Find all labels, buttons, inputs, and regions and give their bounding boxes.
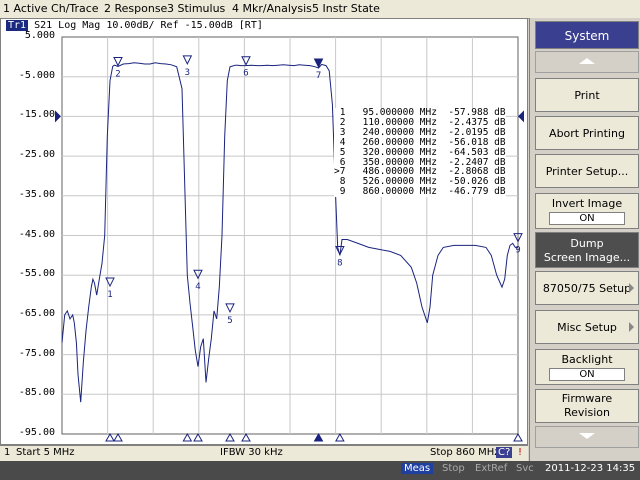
- invert-image-toggle[interactable]: Invert Image ON: [535, 193, 639, 229]
- marker-4: 4: [193, 269, 203, 292]
- channel-number: 1: [4, 447, 11, 458]
- print-button[interactable]: Print: [535, 78, 639, 112]
- marker-row-value: -46.779 dB: [448, 186, 506, 198]
- marker-3: 3: [182, 55, 193, 78]
- backlight-label: Backlight: [561, 353, 613, 366]
- status-warning: !: [518, 447, 523, 458]
- marker-label: 9: [515, 246, 520, 256]
- marker-label: 7: [316, 71, 321, 81]
- calibration-badge[interactable]: C?: [496, 447, 513, 458]
- firmware-label-line2: Revision: [564, 406, 610, 419]
- marker-6: 6: [241, 56, 251, 79]
- marker-label: 3: [185, 68, 190, 78]
- backlight-state: ON: [549, 368, 625, 381]
- scroll-down-button[interactable]: [535, 426, 639, 448]
- marker-triangle-icon: [313, 58, 324, 69]
- stop-indicator: Stop: [442, 463, 465, 474]
- dump-screen-image-button[interactable]: Dump Screen Image...: [535, 232, 639, 268]
- marker-label: 8: [337, 258, 342, 268]
- marker-label: 4: [195, 282, 200, 292]
- ifbw[interactable]: IFBW 30 kHz: [220, 447, 283, 458]
- marker-row-frequency: 860.00000 MHz: [356, 186, 449, 198]
- softkey-panel: System Print Abort Printing Printer Setu…: [529, 18, 640, 461]
- marker-label: 2: [115, 70, 120, 80]
- marker-stimulus-triangle: [113, 432, 123, 442]
- marker-triangle-icon: [241, 56, 251, 66]
- marker-stimulus-triangle: [513, 432, 523, 442]
- marker-triangle-icon: [225, 303, 235, 314]
- dump-label-line1: Dump: [570, 237, 604, 250]
- start-frequency[interactable]: Start 5 MHz: [16, 447, 75, 458]
- chevron-right-icon: [629, 322, 634, 332]
- model-setup-button[interactable]: 87050/75 Setup: [535, 271, 639, 305]
- marker-stimulus-triangle: [335, 432, 345, 442]
- s21-plot: 1 2 3 4 5 6 7 8 9: [55, 36, 524, 442]
- backlight-toggle[interactable]: Backlight ON: [535, 349, 639, 385]
- marker-triangle-icon: [113, 57, 123, 67]
- dump-label-line2: Screen Image...: [543, 251, 631, 264]
- model-setup-label: 87050/75 Setup: [542, 282, 632, 295]
- abort-printing-button[interactable]: Abort Printing: [535, 116, 639, 150]
- plot-grid: [62, 37, 518, 434]
- scroll-up-button[interactable]: [535, 51, 639, 73]
- misc-setup-button[interactable]: Misc Setup: [535, 310, 639, 344]
- ref-level-arrow-right: [518, 110, 524, 123]
- marker-7: 7: [313, 58, 324, 81]
- marker-stimulus-triangle: [193, 432, 203, 442]
- up-arrow-icon: [579, 58, 595, 64]
- down-arrow-icon: [579, 433, 595, 439]
- chevron-right-icon: [629, 283, 634, 293]
- stop-frequency[interactable]: Stop 860 MHz: [430, 447, 500, 458]
- marker-triangle-icon: [193, 269, 203, 280]
- printer-setup-button[interactable]: Printer Setup...: [535, 154, 639, 188]
- marker-triangle-icon: [182, 55, 193, 65]
- meas-indicator: Meas: [401, 463, 434, 474]
- marker-stimulus-triangle: [225, 432, 235, 442]
- marker-stimulus-row: [105, 432, 523, 442]
- marker-label: 5: [227, 316, 232, 326]
- channel-status-bar: 1 Start 5 MHz IFBW 30 kHz Stop 860 MHz C…: [0, 445, 528, 461]
- invert-image-state: ON: [549, 212, 625, 225]
- instrument-status-bar: Meas Stop ExtRef Svc 2011-12-23 14:35: [0, 461, 640, 480]
- firmware-label-line1: Firmware: [561, 392, 613, 405]
- marker-stimulus-triangle: [182, 432, 193, 442]
- misc-setup-label: Misc Setup: [557, 321, 617, 334]
- marker-stimulus-triangle: [313, 432, 324, 442]
- marker-label: 1: [107, 290, 112, 300]
- clock: 2011-12-23 14:35: [545, 463, 636, 474]
- firmware-revision-button[interactable]: Firmware Revision: [535, 389, 639, 423]
- marker-label: 6: [243, 69, 248, 79]
- marker-table: 1 95.000000 MHz -57.988 dB 2 110.00000 M…: [334, 108, 506, 198]
- marker-stimulus-triangle: [241, 432, 251, 442]
- extref-indicator: ExtRef: [475, 463, 508, 474]
- marker-table-row: 9 860.00000 MHz -46.779 dB: [334, 187, 506, 197]
- marker-row-id: 9: [334, 186, 357, 198]
- svc-indicator: Svc: [516, 463, 534, 474]
- ref-level-arrow-left: [55, 110, 61, 123]
- marker-stimulus-triangle: [105, 432, 115, 442]
- invert-image-label: Invert Image: [551, 197, 623, 210]
- marker-8: 8: [335, 245, 345, 268]
- system-menu-title: System: [535, 21, 639, 49]
